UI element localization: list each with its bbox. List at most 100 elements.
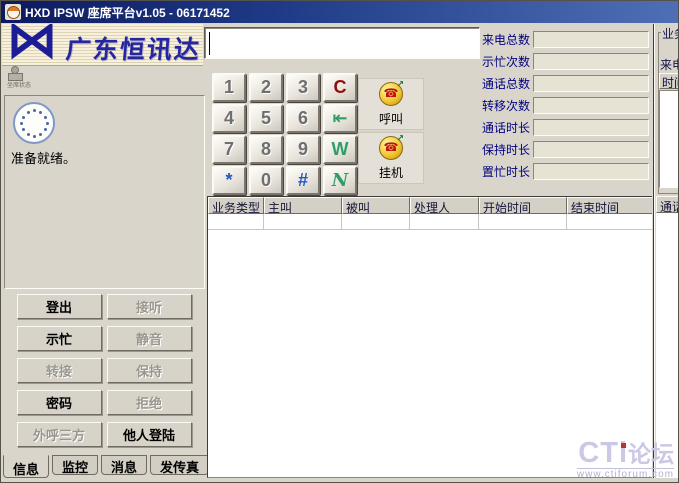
clock-dots: [33, 122, 36, 125]
arrow-icon: ↗: [396, 79, 404, 90]
agent-button-answer: 接听: [107, 294, 192, 319]
table-cell: [264, 214, 342, 230]
arrow-icon: ↗: [396, 133, 404, 144]
keypad: 123C 456⇤ 789W *0#N: [212, 73, 360, 197]
table-cell: [208, 214, 264, 230]
keypad-key-hash[interactable]: #: [286, 166, 320, 195]
column-header-callee[interactable]: 被叫: [342, 197, 410, 214]
tab-message[interactable]: 消息: [101, 455, 147, 475]
stat-value-field: [533, 163, 649, 180]
keypad-key-5[interactable]: 5: [249, 104, 283, 133]
clock-icon: [13, 102, 55, 144]
call-button-label: 呼叫: [379, 110, 403, 127]
stat-row: 转移次数: [482, 97, 649, 114]
agent-button-transfer: 转接: [17, 358, 102, 383]
company-name: 广东恒讯达: [64, 30, 202, 66]
keypad-key-1[interactable]: 1: [212, 73, 246, 102]
keypad-key-0[interactable]: 0: [249, 166, 283, 195]
stat-value-field: [533, 97, 649, 114]
agent-button-logout[interactable]: 登出: [17, 294, 102, 319]
call-button[interactable]: ☎ ↗ 呼叫: [358, 78, 424, 130]
keypad-key-6[interactable]: 6: [286, 104, 320, 133]
stats-list: 来电总数示忙次数通话总数转移次数通话时长保持时长置忙时长: [482, 31, 649, 180]
titlebar: HXD IPSW 座席平台v1.05 - 06171452: [1, 1, 679, 23]
agent-button-other-login[interactable]: 他人登陆: [107, 422, 192, 447]
hangup-button[interactable]: ☎ ↗ 挂机: [358, 132, 424, 184]
stat-label: 转移次数: [482, 97, 533, 114]
keypad-key-star[interactable]: *: [212, 166, 246, 195]
window-title: HXD IPSW 座席平台v1.05 - 06171452: [25, 4, 230, 21]
keypad-key-clear[interactable]: C: [323, 73, 357, 102]
stat-label: 保持时长: [482, 141, 533, 158]
agent-button-outbound-3way: 外呼三方: [17, 422, 102, 447]
table-cell: [479, 214, 567, 230]
keypad-key-3[interactable]: 3: [286, 73, 320, 102]
stat-row: 示忙次数: [482, 53, 649, 70]
agent-button-mute: 静音: [107, 326, 192, 351]
stat-value-field: [533, 141, 649, 158]
stat-value-field: [533, 75, 649, 92]
stats-panel: 来电总数示忙次数通话总数转移次数通话时长保持时长置忙时长: [482, 31, 649, 185]
keypad-key-n[interactable]: N: [323, 166, 357, 195]
pane-empty-cell: [656, 213, 679, 230]
phone-number-input[interactable]: [204, 27, 480, 59]
stat-row: 通话时长: [482, 119, 649, 136]
agent-buttons: 登出接听示忙静音转接保持密码拒绝外呼三方他人登陆: [1, 294, 207, 447]
agent-button-set-busy[interactable]: 示忙: [17, 326, 102, 351]
stat-row: 通话总数: [482, 75, 649, 92]
keypad-key-4[interactable]: 4: [212, 104, 246, 133]
status-frame: 准备就绪。: [4, 95, 205, 289]
agent-state-label: 坐席状态: [7, 80, 67, 89]
hangup-phone-icon: ☎ ↗: [379, 136, 403, 160]
stat-label: 置忙时长: [482, 163, 533, 180]
stat-label: 通话总数: [482, 75, 533, 92]
keypad-key-backspace[interactable]: ⇤: [323, 104, 357, 133]
hangup-button-label: 挂机: [379, 164, 403, 181]
agent-state-widget: 坐席状态: [7, 66, 67, 89]
stat-value-field: [533, 53, 649, 70]
call-phone-icon: ☎ ↗: [379, 82, 403, 106]
company-logo-icon: ⋈: [6, 24, 58, 66]
business-pane: 业务 来电 时间 通话: [653, 24, 679, 478]
app-icon[interactable]: [5, 4, 21, 20]
stat-row: 保持时长: [482, 141, 649, 158]
column-header-end-time[interactable]: 结束时间: [567, 197, 652, 214]
stat-value-field: [533, 119, 649, 136]
keypad-key-9[interactable]: 9: [286, 135, 320, 164]
table-header: 业务类型主叫被叫处理人开始时间结束时间: [208, 197, 652, 214]
tab-monitor[interactable]: 监控: [52, 455, 98, 475]
pane-list-body: [656, 229, 679, 478]
incoming-list: [659, 90, 679, 188]
column-header-start-time[interactable]: 开始时间: [479, 197, 567, 214]
tab-bar: 信息监控消息发传真: [3, 455, 212, 481]
stat-label: 来电总数: [482, 31, 533, 48]
logo-panel: ⋈ 广东恒讯达: [2, 24, 203, 66]
time-column-header[interactable]: 时间: [659, 73, 679, 89]
agent-button-hold: 保持: [107, 358, 192, 383]
keypad-key-8[interactable]: 8: [249, 135, 283, 164]
keypad-key-7[interactable]: 7: [212, 135, 246, 164]
column-header-caller[interactable]: 主叫: [264, 197, 342, 214]
incoming-label: 来电: [660, 56, 679, 73]
keypad-key-w[interactable]: W: [323, 135, 357, 164]
agent-button-password[interactable]: 密码: [17, 390, 102, 415]
stat-label: 通话时长: [482, 119, 533, 136]
column-header-business-type[interactable]: 业务类型: [208, 197, 264, 214]
stat-row: 来电总数: [482, 31, 649, 48]
agent-face-icon: [7, 6, 20, 19]
app-window: HXD IPSW 座席平台v1.05 - 06171452 ⋈ 广东恒讯达 来电…: [0, 0, 679, 483]
table-cell: [342, 214, 410, 230]
table-empty-row: [208, 214, 652, 230]
call-table: 业务类型主叫被叫处理人开始时间结束时间: [207, 196, 652, 478]
stat-row: 置忙时长: [482, 163, 649, 180]
stat-label: 示忙次数: [482, 53, 533, 70]
column-header-handler[interactable]: 处理人: [410, 197, 479, 214]
agent-state-icon: [7, 66, 23, 79]
call-duration-column-header[interactable]: 通话: [656, 196, 679, 213]
table-cell: [410, 214, 479, 230]
keypad-key-2[interactable]: 2: [249, 73, 283, 102]
tab-info[interactable]: 信息: [3, 455, 49, 478]
stat-value-field: [533, 31, 649, 48]
tab-fax[interactable]: 发传真: [150, 455, 209, 475]
table-cell: [567, 214, 652, 230]
